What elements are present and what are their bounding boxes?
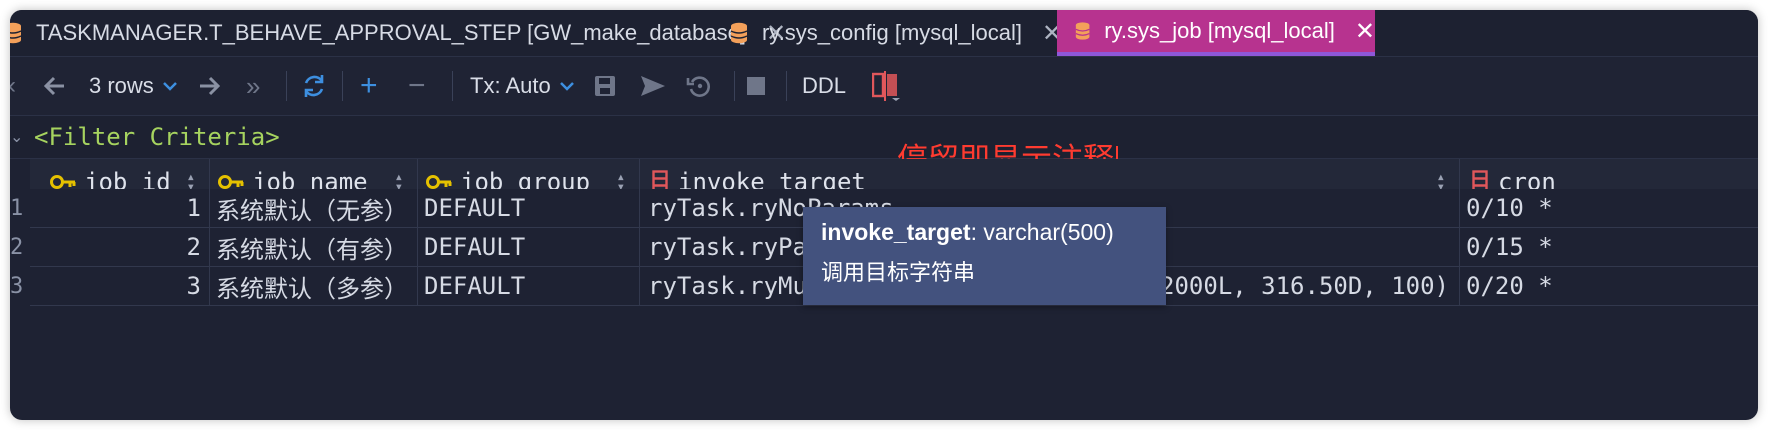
revert-icon[interactable] [686,74,712,98]
table-cell[interactable]: 1 [30,189,210,228]
filter-caret-icon[interactable]: ⌄ [10,127,23,147]
table-cell[interactable]: 3 [30,267,210,306]
table-cell[interactable]: DEFAULT [418,189,640,228]
tooltip-comment: 调用目标字符串 [821,261,976,286]
tab-sys-config[interactable]: ry.sys_config [mysql_local] ✕ [730,10,1062,56]
tooltip-column-name: invoke_target [821,219,971,245]
toolbar: ‹ 3 rows » + − Tx: Auto DDL [10,57,1758,116]
row-number[interactable]: 3 [10,267,30,306]
table-cell[interactable]: 2 [30,228,210,267]
table-cell[interactable]: DEFAULT [418,228,640,267]
rows-label: 3 rows [89,73,154,98]
ddl-button[interactable]: DDL [802,57,846,115]
database-icon [730,22,748,44]
column-comment-tooltip: invoke_target: varchar(500) 调用目标字符串 [803,207,1166,305]
chevron-down-icon [162,82,177,91]
refresh-icon[interactable] [302,73,326,99]
submit-icon[interactable] [640,74,666,98]
tab-label: ry.sys_config [mysql_local] [762,20,1023,45]
add-row-icon[interactable]: + [360,57,378,115]
tx-label: Tx: Auto [470,73,551,98]
last-page-icon[interactable]: » [246,57,260,115]
tab-bar: TASKMANAGER.T_BEHAVE_APPROVAL_STEP [GW_m… [10,10,1758,57]
tab-taskmanager[interactable]: TASKMANAGER.T_BEHAVE_APPROVAL_STEP [GW_m… [10,10,786,56]
database-icon [1075,22,1090,40]
table-cell[interactable]: 0/15 * [1460,228,1758,267]
table-cell[interactable]: 系统默认（有参） [210,228,418,267]
rows-selector[interactable]: 3 rows [89,57,178,115]
table-cell[interactable]: DEFAULT [418,267,640,306]
tx-mode-selector[interactable]: Tx: Auto [470,57,575,115]
save-icon[interactable] [594,74,616,98]
next-page-icon[interactable] [198,76,220,96]
tab-label: ry.sys_job [mysql_local] [1104,18,1335,43]
filter-bar[interactable]: ⌄ <Filter Criteria> [10,116,1758,159]
table-cell[interactable]: 0/20 * [1460,267,1758,306]
table-cell[interactable]: 系统默认（多参） [210,267,418,306]
cell-text: ryTask.ryMu [648,272,807,300]
key-icon [218,175,244,189]
cell-text-tail: 2000L, 316.50D, 100) [1160,272,1449,300]
stop-icon[interactable] [746,76,766,96]
filter-criteria-text[interactable]: <Filter Criteria> [34,123,280,151]
app-window: TASKMANAGER.T_BEHAVE_APPROVAL_STEP [GW_m… [10,10,1758,420]
key-icon [426,175,452,189]
chevron-down-icon [559,82,574,91]
table-cell[interactable]: 系统默认（无参） [210,189,418,228]
tooltip-column-type: : varchar(500) [970,219,1114,245]
tab-label: TASKMANAGER.T_BEHAVE_APPROVAL_STEP [GW_m… [36,20,746,45]
row-number[interactable]: 2 [10,228,30,267]
delete-row-icon[interactable]: − [408,57,426,115]
tooltip-header: invoke_target: varchar(500) [821,219,1114,246]
compare-icon[interactable] [872,71,900,101]
tab-sys-job[interactable]: ry.sys_job [mysql_local] ✕ [1057,10,1375,56]
table-cell[interactable]: 0/10 * [1460,189,1758,228]
tab-close-icon[interactable]: ✕ [1355,17,1375,46]
first-page-icon[interactable] [44,76,66,96]
database-icon [10,22,22,44]
row-number[interactable]: 1 [10,189,30,228]
key-icon [50,175,76,189]
chevron-left-icon[interactable]: ‹ [10,57,16,115]
